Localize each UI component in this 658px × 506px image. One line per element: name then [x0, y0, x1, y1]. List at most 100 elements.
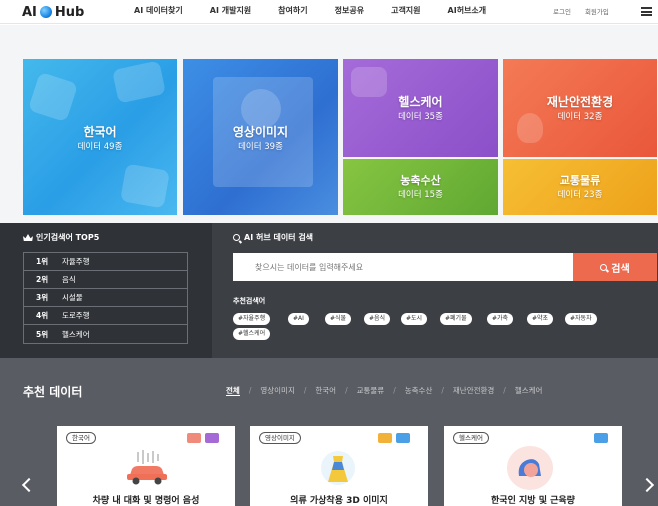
search-button[interactable]: 검색: [573, 253, 657, 281]
data-card[interactable]: 한국어 차량 내 대화 및 명령어 음성: [57, 426, 235, 506]
letter-block-deco: [27, 71, 79, 123]
tile-title: 재난안전환경: [546, 95, 614, 109]
rank-number: 4위: [36, 311, 49, 320]
video-type-icon: [396, 433, 410, 443]
tile-count: 데이터 32종: [557, 112, 603, 122]
letter-block-deco: [120, 163, 170, 209]
filter-tab-disaster[interactable]: 재난안전환경: [453, 386, 494, 395]
tile-korean[interactable]: 한국어 데이터 49종: [23, 59, 177, 215]
text-type-icon: [205, 433, 219, 443]
logo-text-hub: Hub: [54, 4, 85, 20]
signup-link[interactable]: 회원가입: [585, 6, 609, 16]
nav-item-info-share[interactable]: 정보공유: [335, 5, 364, 16]
card-title: 한국인 지방 및 근육량: [491, 496, 575, 506]
tile-title: 교통물류: [559, 174, 601, 187]
category-badge: 한국어: [66, 432, 96, 444]
aihub-logo[interactable]: AI Hub: [22, 3, 84, 21]
tag-chip[interactable]: #식물: [325, 313, 352, 325]
filter-tab-all[interactable]: 전체: [226, 386, 240, 396]
nav-item-about[interactable]: AI허브소개: [448, 5, 487, 16]
rank-keyword: 헬스케어: [62, 329, 90, 339]
login-link[interactable]: 로그인: [553, 6, 571, 16]
filter-tab-video[interactable]: 영상이미지: [260, 386, 295, 395]
card-title: 의류 가상착용 3D 이미지: [290, 496, 388, 506]
popular-title-text: 인기검색어 TOP5: [36, 233, 100, 242]
nav-item-customer-support[interactable]: 고객지원: [391, 5, 420, 16]
rank-row[interactable]: 5위 헬스케어: [24, 325, 187, 343]
category-badge: 영상이미지: [259, 432, 301, 444]
search-title-text: AI 허브 데이터 검색: [244, 233, 314, 242]
tag-chip[interactable]: #자율주행: [233, 313, 271, 325]
rank-keyword: 음식: [62, 275, 76, 284]
filter-tab-agriculture[interactable]: 농축수산: [405, 386, 433, 395]
tag-chip[interactable]: #자동차: [565, 313, 597, 325]
search-icon: [600, 263, 608, 271]
search-input[interactable]: [233, 253, 573, 281]
letter-block-deco: [111, 60, 167, 104]
tag-chip[interactable]: #가축: [487, 313, 514, 325]
tile-count: 데이터 35종: [398, 112, 443, 122]
popular-rank-list: 1위 자율주행 2위 음식 3위 시설물 4위 도로주행 5위 헬스케어: [23, 252, 188, 344]
rank-row[interactable]: 2위 음식: [24, 271, 187, 289]
tile-agriculture[interactable]: 농축수산 데이터 15종: [343, 159, 498, 215]
util-links: 로그인 회원가입: [553, 6, 623, 16]
filter-tab-traffic[interactable]: 교통물류: [357, 386, 385, 395]
category-filter-tabs: 전체 / 영상이미지 / 한국어 / 교통물류 / 농축수산 / 재난안전환경 / 헬스케어: [226, 386, 543, 396]
popular-keywords-panel: 인기검색어 TOP5 1위 자율주행 2위 음식 3위 시설물 4위 도로주행: [0, 223, 212, 358]
tile-title: 헬스케어: [398, 95, 443, 109]
page: AI Hub AI 데이터찾기 AI 개발지원 참여하기 정보공유 고객지원 A…: [0, 0, 658, 506]
body-illustration-icon: [507, 446, 553, 490]
tag-chip[interactable]: #도시: [401, 313, 428, 325]
popular-title: 인기검색어 TOP5: [23, 232, 99, 243]
tile-count: 데이터 23종: [557, 190, 603, 200]
tag-chip[interactable]: #헬스케어: [233, 328, 271, 340]
tag-chip[interactable]: #AI: [288, 313, 309, 325]
tile-title: 농축수산: [400, 174, 441, 187]
top-header: AI Hub AI 데이터찾기 AI 개발지원 참여하기 정보공유 고객지원 A…: [0, 0, 658, 24]
menu-icon[interactable]: [641, 7, 652, 16]
crown-icon: [23, 234, 33, 241]
rank-number: 1위: [36, 257, 49, 266]
tile-traffic-logistics[interactable]: 교통물류 데이터 23종: [503, 159, 657, 215]
rank-row[interactable]: 4위 도로주행: [24, 307, 187, 325]
rank-keyword: 도로주행: [62, 311, 90, 320]
tile-count: 데이터 39종: [238, 142, 283, 152]
rank-keyword: 자율주행: [62, 257, 90, 266]
recommended-title: 추천 데이터: [23, 385, 83, 399]
search-button-label: 검색: [611, 263, 630, 275]
audio-type-icon: [187, 433, 201, 443]
filter-tab-korean[interactable]: 한국어: [315, 386, 336, 395]
nav-item-participate[interactable]: 참여하기: [278, 5, 307, 16]
filter-tab-healthcare[interactable]: 헬스케어: [515, 386, 543, 395]
search-section: 인기검색어 TOP5 1위 자율주행 2위 음식 3위 시설물 4위 도로주행: [0, 223, 658, 358]
globe-icon: [39, 6, 52, 18]
category-badge: 헬스케어: [453, 432, 489, 444]
tile-title: 영상이미지: [232, 125, 289, 139]
tile-video-image[interactable]: 영상이미지 데이터 39종: [183, 59, 338, 215]
image-type-icon: [378, 433, 392, 443]
tile-count: 데이터 15종: [398, 190, 443, 200]
tile-healthcare[interactable]: 헬스케어 데이터 35종: [343, 59, 498, 157]
tag-chip[interactable]: #약초: [527, 313, 554, 325]
data-card[interactable]: 영상이미지 의류 가상착용 3D 이미지: [250, 426, 428, 506]
tag-chip[interactable]: #음식: [364, 313, 391, 325]
tile-title: 한국어: [83, 125, 117, 139]
clothing-illustration-icon: [321, 451, 355, 485]
rank-keyword: 시설물: [62, 293, 83, 302]
tile-count: 데이터 49종: [77, 142, 123, 152]
tile-disaster-safety[interactable]: 재난안전환경 데이터 32종: [503, 59, 657, 157]
tag-chip[interactable]: #폐기물: [440, 313, 472, 325]
main-nav: AI 데이터찾기 AI 개발지원 참여하기 정보공유 고객지원 AI허브소개: [134, 5, 513, 16]
card-title: 차량 내 대화 및 명령어 음성: [92, 496, 200, 506]
nav-item-dev-support[interactable]: AI 개발지원: [210, 5, 251, 16]
logo-text-ai: AI: [22, 4, 37, 20]
nav-item-find-data[interactable]: AI 데이터찾기: [134, 5, 183, 16]
data-card[interactable]: 헬스케어 한국인 지방 및 근육량: [444, 426, 622, 506]
recommended-keywords-label: 추천검색어: [233, 297, 266, 305]
rank-number: 3위: [36, 293, 49, 302]
rank-row[interactable]: 3위 시설물: [24, 289, 187, 307]
rank-row[interactable]: 1위 자율주행: [24, 253, 187, 271]
image-type-icon: [594, 433, 608, 443]
search-icon: [233, 234, 240, 241]
search-title: AI 허브 데이터 검색: [233, 232, 313, 243]
